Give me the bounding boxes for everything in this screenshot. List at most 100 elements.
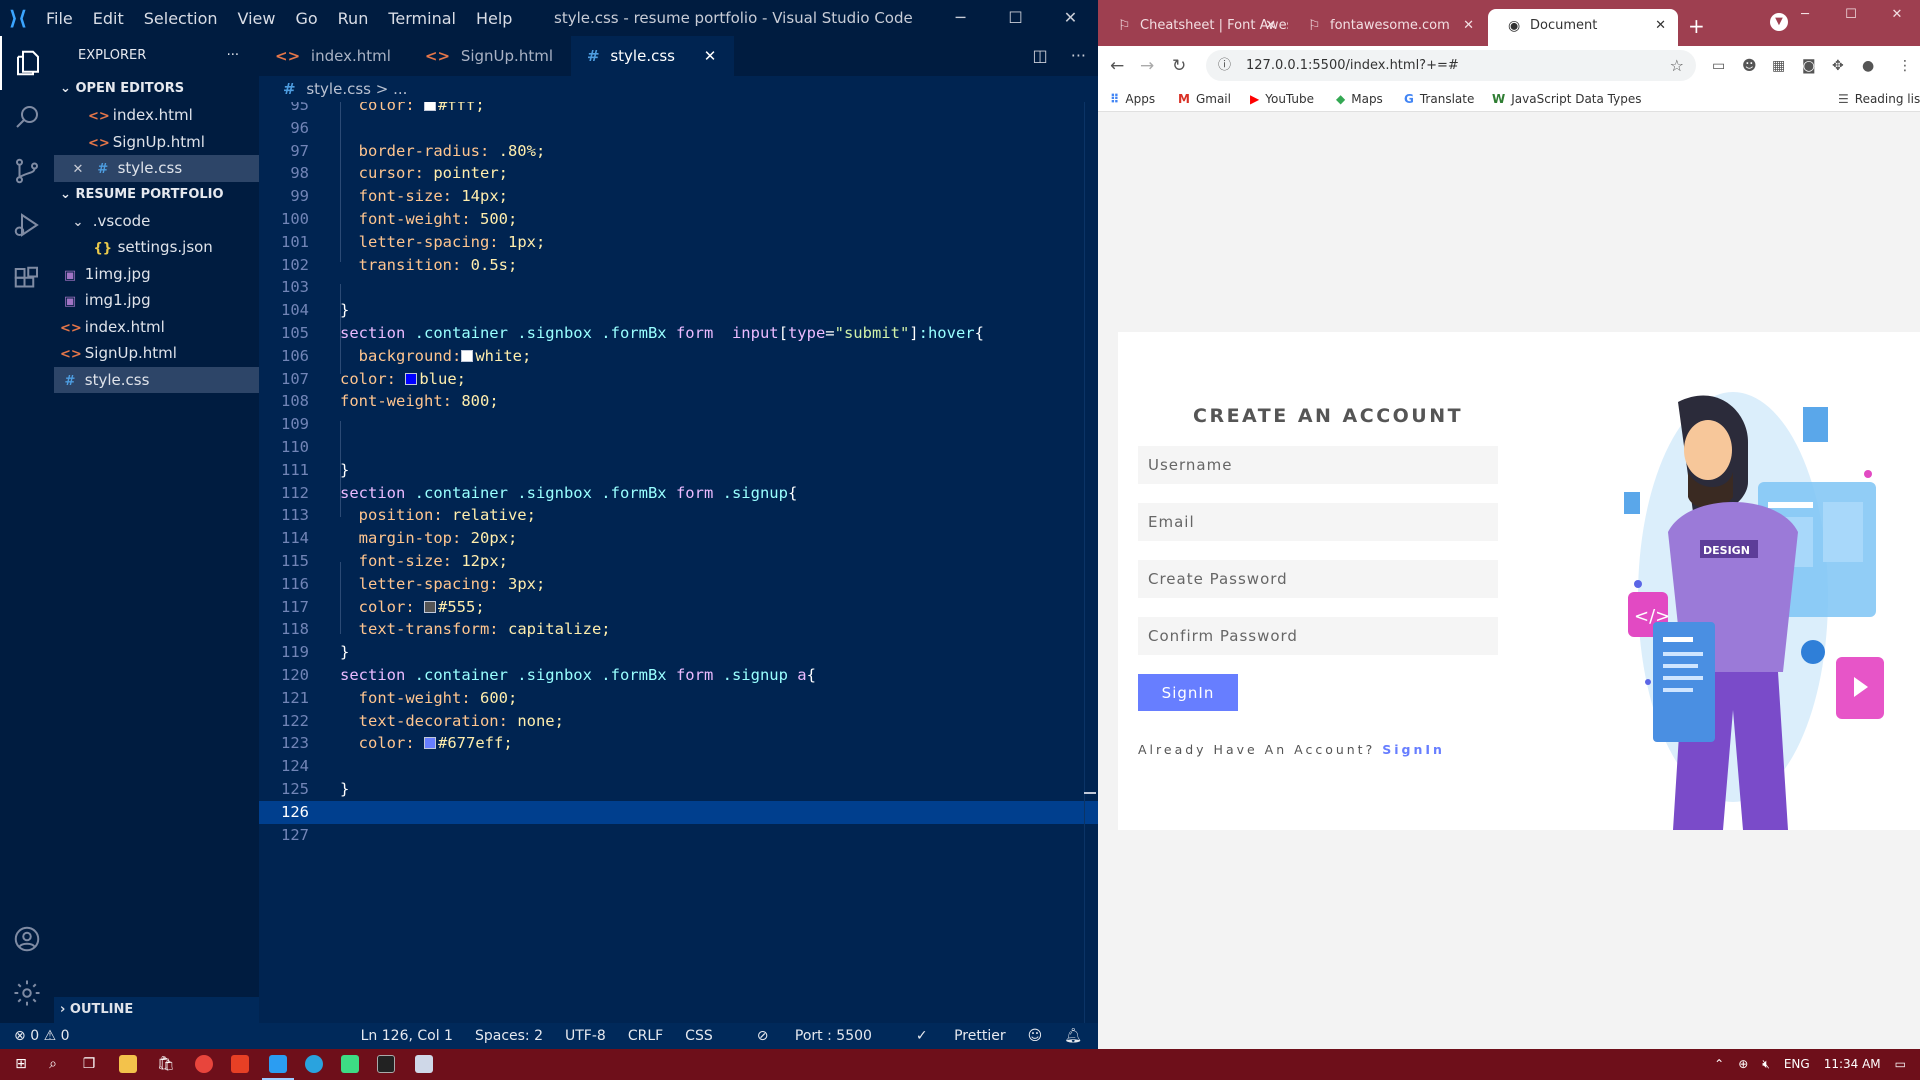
code-line[interactable]: 124 bbox=[259, 755, 1098, 778]
bookmark-apps[interactable]: ⠿ Apps bbox=[1110, 86, 1155, 112]
menu-file[interactable]: File bbox=[36, 9, 83, 28]
notification-center-icon[interactable]: ▭ bbox=[1895, 1049, 1906, 1080]
code-line[interactable]: 114 margin-top: 20px; bbox=[259, 527, 1098, 550]
telegram-icon[interactable] bbox=[298, 1049, 330, 1080]
chrome-tab-document[interactable]: ◉ Document ✕ bbox=[1488, 9, 1678, 46]
outline-section[interactable]: › OUTLINE bbox=[54, 997, 259, 1023]
terminal-icon[interactable] bbox=[370, 1049, 402, 1080]
extensions-puzzle-icon[interactable]: ✥ bbox=[1832, 46, 1844, 86]
code-line[interactable]: 125} bbox=[259, 778, 1098, 801]
signin-link[interactable]: SignIn bbox=[1382, 742, 1445, 757]
cast-icon[interactable]: ▭ bbox=[1712, 46, 1725, 86]
file-item[interactable]: <> SignUp.html bbox=[54, 340, 259, 367]
site-info-icon[interactable]: ⓘ bbox=[1218, 50, 1231, 81]
windows-start-icon[interactable]: ⊞ bbox=[6, 1049, 36, 1080]
code-line[interactable]: 119} bbox=[259, 641, 1098, 664]
color-swatch[interactable] bbox=[461, 349, 474, 362]
color-swatch[interactable] bbox=[405, 372, 418, 385]
close-tab-icon[interactable]: ✕ bbox=[1655, 9, 1666, 43]
menu-terminal[interactable]: Terminal bbox=[378, 9, 466, 28]
bookmark-youtube[interactable]: ▶ YouTube bbox=[1250, 86, 1314, 112]
open-editor-item[interactable]: <> index.html bbox=[54, 102, 259, 129]
file-item[interactable]: ▣ 1img.jpg bbox=[54, 261, 259, 288]
line-ending[interactable]: CRLF bbox=[628, 1023, 663, 1049]
code-line[interactable]: 116 letter-spacing: 3px; bbox=[259, 573, 1098, 596]
code-line[interactable]: 115 font-size: 12px; bbox=[259, 550, 1098, 573]
indentation[interactable]: Spaces: 2 bbox=[475, 1023, 543, 1049]
code-line[interactable]: 111} bbox=[259, 459, 1098, 482]
code-line[interactable]: 106 background: white; bbox=[259, 345, 1098, 368]
create-password-input[interactable] bbox=[1138, 560, 1498, 598]
close-tab-icon[interactable]: ✕ bbox=[1463, 9, 1474, 43]
confirm-password-input[interactable] bbox=[1138, 617, 1498, 655]
open-editor-item[interactable]: <> SignUp.html bbox=[54, 129, 259, 156]
bookmark-star-icon[interactable]: ☆ bbox=[1670, 50, 1684, 81]
tab-signup-html[interactable]: <> SignUp.html bbox=[408, 36, 571, 76]
run-debug-icon[interactable] bbox=[0, 198, 54, 252]
code-line[interactable]: 117 color: #555; bbox=[259, 596, 1098, 619]
store-icon[interactable]: 🛍︎ bbox=[150, 1049, 182, 1080]
project-section[interactable]: ⌄ RESUME PORTFOLIO bbox=[54, 182, 259, 208]
signin-submit-button[interactable]: SignIn bbox=[1138, 674, 1238, 711]
office-icon[interactable] bbox=[224, 1049, 256, 1080]
more-actions-icon[interactable]: ··· bbox=[1071, 46, 1086, 65]
code-line[interactable]: 118 text-transform: capitalize; bbox=[259, 618, 1098, 641]
grid-extension-icon[interactable]: ▦ bbox=[1772, 46, 1785, 86]
chrome-tab-fontawesome[interactable]: ⚐ fontawesome.com ✕ bbox=[1288, 9, 1486, 46]
code-line[interactable]: 123 color: #677eff; bbox=[259, 732, 1098, 755]
code-line[interactable]: 100 font-weight: 500; bbox=[259, 208, 1098, 231]
bookmark-gmail[interactable]: M Gmail bbox=[1178, 86, 1231, 112]
code-line[interactable]: 105 section .container .signbox .formBx f… bbox=[259, 322, 1098, 345]
code-line[interactable]: 96 bbox=[259, 117, 1098, 140]
live-server-port[interactable]: ⊘ Port : 5500 bbox=[735, 1023, 872, 1049]
breadcrumb-file[interactable]: style.css bbox=[306, 80, 371, 98]
menu-view[interactable]: View bbox=[228, 9, 286, 28]
color-swatch[interactable] bbox=[424, 737, 436, 750]
code-line[interactable]: 112 section .container .signbox .formBx f… bbox=[259, 482, 1098, 505]
back-arrow-icon[interactable]: ← bbox=[1110, 46, 1124, 86]
bookmark-js-data-types[interactable]: W JavaScript Data Types bbox=[1492, 86, 1642, 112]
close-icon[interactable]: ✕ bbox=[68, 157, 88, 184]
language-mode[interactable]: CSS bbox=[685, 1023, 713, 1049]
cursor-position[interactable]: Ln 126, Col 1 bbox=[361, 1023, 453, 1049]
network-globe-icon[interactable]: ⊕ bbox=[1738, 1049, 1748, 1080]
menu-help[interactable]: Help bbox=[466, 9, 522, 28]
new-tab-plus-icon[interactable]: + bbox=[1688, 9, 1705, 43]
code-line[interactable]: 102 transition: 0.5s; bbox=[259, 254, 1098, 277]
forward-arrow-icon[interactable]: → bbox=[1140, 46, 1154, 86]
more-actions-icon[interactable]: ··· bbox=[227, 36, 239, 76]
close-icon[interactable]: ✕ bbox=[1043, 0, 1098, 36]
close-tab-icon[interactable]: ✕ bbox=[1265, 9, 1276, 43]
file-item[interactable]: {} settings.json bbox=[54, 234, 259, 261]
code-line[interactable]: 122 text-decoration: none; bbox=[259, 710, 1098, 733]
chevron-up-icon[interactable]: ⌃ bbox=[1714, 1049, 1724, 1080]
vscode-taskbar-icon[interactable] bbox=[262, 1049, 294, 1080]
code-line[interactable]: 103 bbox=[259, 276, 1098, 299]
split-editor-icon[interactable]: ◫ bbox=[1033, 46, 1048, 65]
accounts-icon[interactable] bbox=[0, 912, 54, 966]
chrome-tab-cheatsheet[interactable]: ⚐ Cheatsheet | Font Awes ✕ bbox=[1098, 9, 1288, 46]
camera-icon[interactable]: ◙ bbox=[1802, 46, 1816, 86]
clock-time[interactable]: 11:34 AM bbox=[1824, 1049, 1881, 1080]
code-line[interactable]: 127 bbox=[259, 824, 1098, 847]
bookmark-maps[interactable]: ◆ Maps bbox=[1336, 86, 1383, 112]
minimize-icon[interactable]: ─ bbox=[1782, 0, 1828, 30]
problems-indicator[interactable]: ⊗ 0 ⚠ 0 bbox=[14, 1023, 70, 1049]
notepad-icon[interactable] bbox=[408, 1049, 440, 1080]
maximize-icon[interactable]: ☐ bbox=[1828, 0, 1874, 30]
code-line[interactable]: 109 bbox=[259, 413, 1098, 436]
code-line[interactable]: 108 font-weight: 800; bbox=[259, 390, 1098, 413]
profile-avatar-icon[interactable]: ● bbox=[1862, 46, 1874, 86]
extension-people-icon[interactable]: ☻ bbox=[1742, 46, 1757, 86]
menu-selection[interactable]: Selection bbox=[134, 9, 228, 28]
search-icon[interactable] bbox=[0, 90, 54, 144]
settings-gear-icon[interactable] bbox=[0, 966, 54, 1020]
code-line[interactable]: 113 position: relative; bbox=[259, 504, 1098, 527]
chrome-menu-icon[interactable]: ⋮ bbox=[1898, 46, 1912, 86]
code-line[interactable]: 110 bbox=[259, 436, 1098, 459]
source-control-icon[interactable] bbox=[0, 144, 54, 198]
search-icon[interactable]: ⌕ bbox=[38, 1049, 68, 1080]
email-input[interactable] bbox=[1138, 503, 1498, 541]
file-explorer-icon[interactable] bbox=[112, 1049, 144, 1080]
file-item-active[interactable]: # style.css bbox=[54, 366, 259, 393]
